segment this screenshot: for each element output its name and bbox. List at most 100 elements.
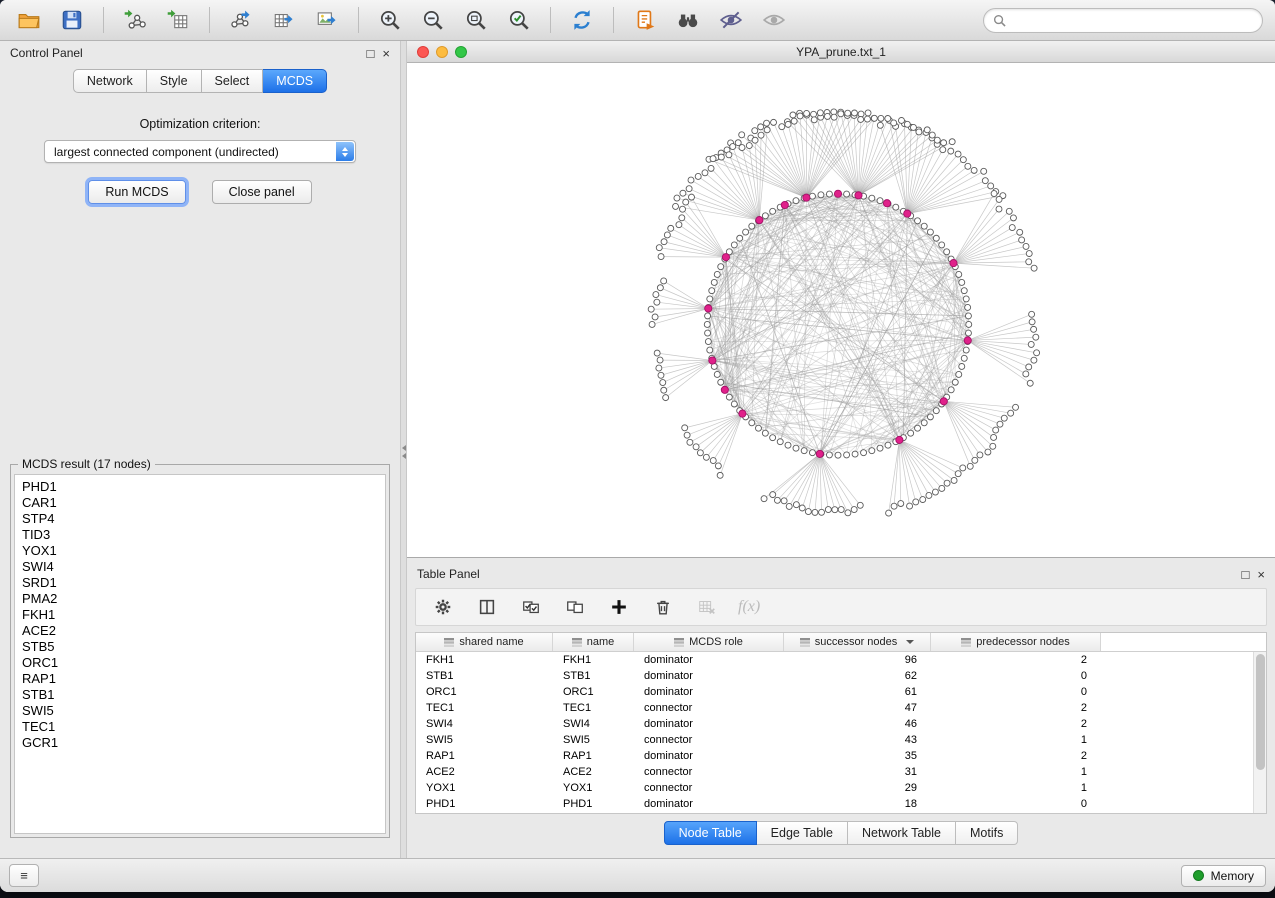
cell-shared-name[interactable]: TEC1 <box>416 700 553 716</box>
network-node[interactable] <box>955 151 961 157</box>
network-node[interactable] <box>886 510 892 516</box>
network-node[interactable] <box>790 112 796 118</box>
network-node[interactable] <box>1006 208 1012 214</box>
show-columns-icon[interactable] <box>474 594 500 620</box>
network-node[interactable] <box>838 111 844 117</box>
cell-successor-nodes[interactable]: 31 <box>784 764 931 780</box>
network-node[interactable] <box>739 145 745 151</box>
table-scrollbar[interactable] <box>1253 652 1266 813</box>
network-node[interactable] <box>858 116 864 122</box>
network-node[interactable] <box>949 139 955 145</box>
network-node[interactable] <box>771 119 777 125</box>
network-node[interactable] <box>1031 265 1037 271</box>
network-node[interactable] <box>965 313 971 319</box>
network-node[interactable] <box>924 127 930 133</box>
network-node[interactable] <box>758 132 764 138</box>
result-item[interactable]: ACE2 <box>22 623 385 639</box>
result-item[interactable]: SWI5 <box>22 703 385 719</box>
network-node[interactable] <box>910 124 916 130</box>
cell-predecessor-nodes[interactable]: 2 <box>931 700 1101 716</box>
network-node[interactable] <box>891 120 897 126</box>
network-node[interactable] <box>679 215 685 221</box>
cell-mcds-role[interactable]: connector <box>634 780 784 796</box>
network-node[interactable] <box>898 501 904 507</box>
result-item[interactable]: STB1 <box>22 687 385 703</box>
maximize-window-icon[interactable] <box>455 46 467 58</box>
tab-node-table[interactable]: Node Table <box>664 821 757 845</box>
result-item[interactable]: ORC1 <box>22 655 385 671</box>
network-node[interactable] <box>726 152 732 158</box>
cell-predecessor-nodes[interactable]: 2 <box>931 652 1101 668</box>
table-row[interactable]: YOX1YOX1connector291 <box>416 780 1253 796</box>
network-node[interactable] <box>948 387 954 393</box>
mcds-result-list[interactable]: PHD1CAR1STP4TID3YOX1SWI4SRD1PMA2FKH1ACE2… <box>14 474 386 834</box>
network-node[interactable] <box>697 450 703 456</box>
zoom-selected-icon[interactable] <box>502 5 536 35</box>
network-node[interactable] <box>838 507 844 513</box>
cell-predecessor-nodes[interactable]: 0 <box>931 668 1101 684</box>
network-node[interactable] <box>705 313 711 319</box>
network-node[interactable] <box>704 321 710 327</box>
network-node[interactable] <box>715 463 721 469</box>
network-node[interactable] <box>1029 311 1035 317</box>
network-node[interactable] <box>891 503 897 509</box>
mcds-hub-node[interactable] <box>721 386 728 393</box>
network-node[interactable] <box>864 116 870 122</box>
network-node[interactable] <box>961 355 967 361</box>
table-row[interactable]: STB1STB1dominator620 <box>416 668 1253 684</box>
network-node[interactable] <box>1028 341 1034 347</box>
network-node[interactable] <box>926 492 932 498</box>
network-node[interactable] <box>809 193 815 199</box>
network-node[interactable] <box>1013 404 1019 410</box>
cell-successor-nodes[interactable]: 35 <box>784 748 931 764</box>
network-node[interactable] <box>811 117 817 123</box>
network-node[interactable] <box>966 321 972 327</box>
table-row[interactable]: RAP1RAP1dominator352 <box>416 748 1253 764</box>
network-node[interactable] <box>878 115 884 121</box>
result-item[interactable]: RAP1 <box>22 671 385 687</box>
network-node[interactable] <box>934 137 940 143</box>
table-row[interactable]: ORC1ORC1dominator610 <box>416 684 1253 700</box>
network-node[interactable] <box>940 147 946 153</box>
network-node[interactable] <box>869 448 875 454</box>
network-node[interactable] <box>963 347 969 353</box>
network-node[interactable] <box>673 203 679 209</box>
network-node[interactable] <box>749 223 755 229</box>
network-node[interactable] <box>761 496 767 502</box>
mcds-hub-node[interactable] <box>940 398 947 405</box>
network-node[interactable] <box>965 304 971 310</box>
search-box[interactable] <box>983 8 1263 33</box>
network-node[interactable] <box>661 239 667 245</box>
mcds-hub-node[interactable] <box>816 450 823 457</box>
cell-name[interactable]: STB1 <box>553 668 634 684</box>
network-node[interactable] <box>702 170 708 176</box>
cell-shared-name[interactable]: SWI4 <box>416 716 553 732</box>
cell-mcds-role[interactable]: dominator <box>634 716 784 732</box>
network-canvas[interactable] <box>407 63 1275 557</box>
result-item[interactable]: STB5 <box>22 639 385 655</box>
network-node[interactable] <box>944 249 950 255</box>
network-node[interactable] <box>915 218 921 224</box>
network-node[interactable] <box>785 121 791 127</box>
network-node[interactable] <box>658 254 664 260</box>
network-node[interactable] <box>688 177 694 183</box>
network-node[interactable] <box>682 425 688 431</box>
search-network-icon[interactable] <box>671 5 705 35</box>
cell-mcds-role[interactable]: dominator <box>634 684 784 700</box>
network-node[interactable] <box>730 144 736 150</box>
cell-mcds-role[interactable]: connector <box>634 732 784 748</box>
network-node[interactable] <box>907 503 913 509</box>
network-node[interactable] <box>832 507 838 513</box>
network-node[interactable] <box>929 132 935 138</box>
network-node[interactable] <box>812 509 818 515</box>
network-node[interactable] <box>956 271 962 277</box>
cell-shared-name[interactable]: PHD1 <box>416 796 553 812</box>
network-node[interactable] <box>779 124 785 130</box>
mcds-hub-node[interactable] <box>855 192 862 199</box>
network-node[interactable] <box>963 296 969 302</box>
mcds-hub-node[interactable] <box>705 305 712 312</box>
network-node[interactable] <box>1010 215 1016 221</box>
panel-menu-button[interactable]: ≡ <box>9 864 39 887</box>
network-node[interactable] <box>718 154 724 160</box>
network-node[interactable] <box>660 380 666 386</box>
